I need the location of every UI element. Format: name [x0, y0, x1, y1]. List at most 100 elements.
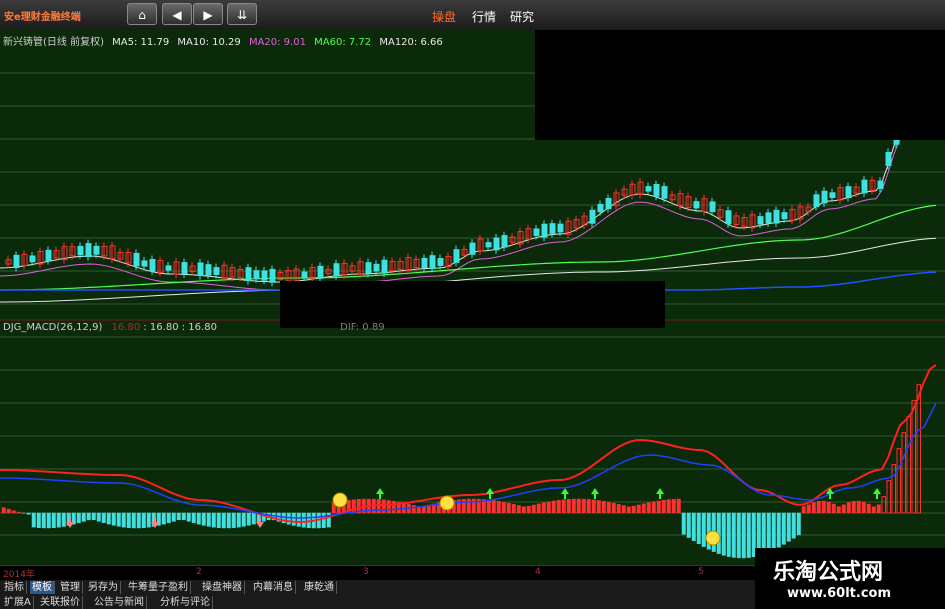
tab-manage[interactable]: 管理: [58, 581, 83, 594]
tab-trading-tool[interactable]: 操盘神器: [200, 581, 245, 594]
candle-body: [133, 252, 140, 267]
macd-bar: [541, 502, 546, 514]
ma-info-line: 新兴铸管(日线 前复权) MA5: 11.79 MA10: 10.29 MA20…: [3, 33, 448, 48]
buy-arrow: [656, 488, 664, 499]
macd-bar: [131, 512, 136, 529]
macd-bar: [96, 512, 101, 522]
macd-bar: [781, 512, 786, 545]
macd-info-line: DJG_MACD(26,12,9) 16.80 : 16.80 : 16.80 …: [3, 322, 385, 333]
macd-bar: [61, 512, 66, 527]
macd-bar: [46, 512, 51, 529]
watermark-url: www.60lt.com: [787, 586, 892, 601]
macd-bar: [881, 496, 886, 514]
candle-body: [149, 259, 156, 272]
candle-body: [501, 235, 508, 248]
macd-bar: [726, 512, 731, 557]
watermark: 乐淘公式网 www.60lt.com: [755, 548, 945, 609]
macd-bar: [546, 501, 551, 514]
macd-bar: [846, 502, 851, 514]
candle-body: [421, 257, 428, 269]
redaction-box-middle: [280, 281, 665, 328]
macd-bar: [736, 512, 741, 559]
macd-bar: [31, 512, 36, 528]
macd-bar: [196, 512, 201, 525]
date-tick: 5: [698, 567, 704, 577]
date-tick: 2014年: [3, 570, 35, 580]
macd-bar: [581, 498, 586, 514]
tab-kangqiantong[interactable]: 康乾通: [302, 581, 337, 594]
macd-bar: [606, 501, 611, 514]
macd-bar: [376, 499, 381, 514]
tab-niuchou-profit[interactable]: 牛筹量子盈利: [126, 581, 191, 594]
candle-body: [485, 242, 492, 248]
tab-save-as[interactable]: 另存为: [86, 581, 121, 594]
macd-bar: [501, 501, 506, 514]
macd-bar: [831, 503, 836, 514]
candle-body: [213, 267, 220, 275]
tab-related-quotes[interactable]: 关联报价: [38, 596, 83, 609]
macd-bar: [121, 512, 126, 528]
tab-extension-a[interactable]: 扩展A: [2, 596, 34, 609]
watermark-title: 乐淘公式网: [773, 560, 884, 585]
macd-bar: [91, 512, 96, 520]
macd-bar: [211, 512, 216, 528]
macd-bar: [11, 510, 16, 514]
candle-body: [709, 201, 716, 213]
dif-value: DIF: 0.89: [340, 322, 385, 333]
macd-bar: [616, 504, 621, 514]
candle-body: [861, 179, 868, 194]
candle-body: [85, 243, 92, 258]
macd-bar: [621, 505, 626, 514]
macd-bar: [26, 512, 31, 515]
macd-bar: [906, 416, 911, 514]
macd-bar: [231, 512, 236, 528]
tab-announcements-news[interactable]: 公告与新闻: [92, 596, 147, 609]
macd-bar: [796, 512, 801, 536]
macd-bar: [601, 501, 606, 514]
candle-body: [333, 263, 340, 277]
macd-bar: [566, 499, 571, 514]
macd-bar: [811, 502, 816, 514]
macd-bar: [631, 505, 636, 514]
macd-bar: [351, 499, 356, 514]
tab-insider-news[interactable]: 内幕消息: [251, 581, 296, 594]
info-tab-bar: 扩展A 关联报价 公告与新闻 分析与评论: [0, 595, 755, 609]
macd-bar: [111, 512, 116, 526]
macd-bar: [916, 384, 921, 514]
macd-bar: [321, 512, 326, 528]
macd-value-1: 16.80: [111, 322, 141, 333]
redaction-box-top: [535, 30, 945, 140]
macd-bar: [291, 512, 296, 526]
macd-bar: [76, 512, 81, 524]
macd-bar: [911, 400, 916, 514]
tab-template[interactable]: 模板: [30, 581, 55, 594]
macd-bar: [866, 503, 871, 514]
macd-bar: [876, 504, 881, 514]
macd-bar: [571, 498, 576, 514]
macd-bar: [496, 501, 501, 514]
macd-bar: [696, 512, 701, 545]
macd-bar: [51, 512, 56, 528]
stock-name: 新兴铸管(日线 前复权): [3, 37, 104, 48]
macd-bar: [201, 512, 206, 526]
macd-bar: [511, 504, 516, 514]
macd-bar: [101, 512, 106, 523]
macd-bar: [116, 512, 121, 527]
macd-bar: [536, 503, 541, 514]
tab-analysis-comments[interactable]: 分析与评论: [158, 596, 213, 609]
tab-indicator[interactable]: 指标: [2, 581, 27, 594]
candle-body: [45, 249, 52, 261]
macd-bar: [221, 512, 226, 529]
macd-bar: [41, 512, 46, 529]
macd-bar: [146, 512, 151, 528]
macd-bar: [286, 512, 291, 525]
macd-bar: [486, 499, 491, 514]
candle-body: [885, 151, 892, 166]
stock-terminal-window: 安e理财金融终端 ⌂ ◀ ▶ ⇊ 操盘 行情 研究 新兴铸管(日线 前复权) M…: [0, 0, 945, 609]
smiley-icon: [332, 492, 348, 508]
buy-arrow: [561, 488, 569, 499]
candle-body: [725, 210, 732, 225]
macd-bar: [681, 512, 686, 535]
macd-bar: [641, 503, 646, 514]
macd-bar: [806, 504, 811, 514]
